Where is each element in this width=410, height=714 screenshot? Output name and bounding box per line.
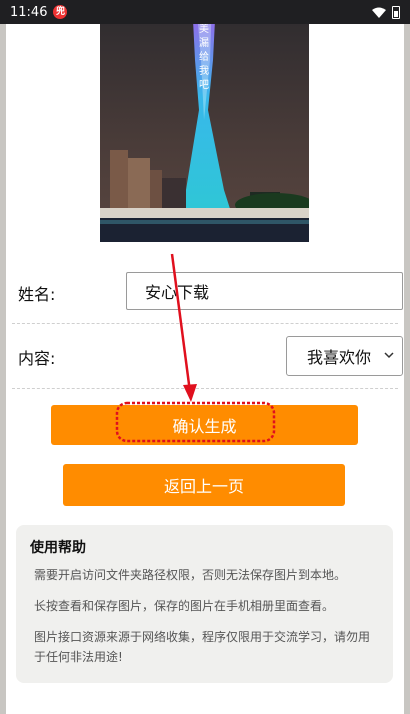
help-title: 使用帮助 xyxy=(30,540,86,556)
preview-image[interactable]: 美 漏 给 我 吧 xyxy=(100,0,309,242)
help-panel: 使用帮助 需要开启访问文件夹路径权限，否则无法保存图片到本地。 长按查看和保存图… xyxy=(16,525,393,683)
help-item: 长按查看和保存图片，保存的图片在手机相册里面查看。 xyxy=(34,599,335,613)
svg-text:漏: 漏 xyxy=(199,37,209,49)
svg-text:给: 给 xyxy=(199,50,209,63)
chevron-down-icon xyxy=(384,352,394,359)
background-strip-right xyxy=(404,0,410,714)
name-input[interactable] xyxy=(126,272,403,310)
generator-panel: 美 漏 给 我 吧 姓名: 内容: 我喜欢你 xyxy=(6,0,404,714)
battery-icon xyxy=(392,5,400,19)
notification-badge-icon: 兜 xyxy=(53,5,68,19)
content-row: 内容: 我喜欢你 xyxy=(12,328,404,384)
divider xyxy=(12,388,398,389)
name-label: 姓名: xyxy=(18,285,56,304)
content-label: 内容: xyxy=(18,349,56,368)
help-item: 图片接口资源来源于网络收集，程序仅限用于交流学习，请勿用于任何非法用途! xyxy=(34,630,371,664)
svg-text:吧: 吧 xyxy=(199,80,209,91)
status-bar: 11:46 兜 xyxy=(0,0,410,24)
content-select-value: 我喜欢你 xyxy=(307,348,372,367)
status-time: 11:46 xyxy=(10,4,48,20)
divider xyxy=(12,323,398,324)
svg-text:我: 我 xyxy=(199,65,209,77)
back-button[interactable]: 返回上一页 xyxy=(63,464,345,506)
confirm-generate-button[interactable]: 确认生成 xyxy=(51,405,358,445)
wifi-icon xyxy=(372,7,386,18)
name-row: 姓名: xyxy=(12,266,404,318)
help-item: 需要开启访问文件夹路径权限，否则无法保存图片到本地。 xyxy=(34,568,347,582)
tower-text: 美 漏 给 我 吧 xyxy=(199,22,209,91)
content-select[interactable]: 我喜欢你 xyxy=(286,336,403,376)
canton-tower-photo: 美 漏 给 我 吧 xyxy=(100,0,309,242)
